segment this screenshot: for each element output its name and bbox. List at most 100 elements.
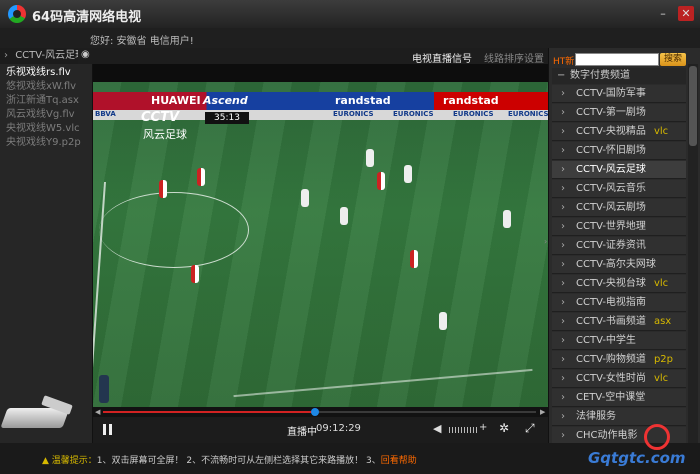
channel-source-tag: vlc	[653, 278, 669, 289]
channel-item[interactable]: › CCTV-第一剧场	[552, 104, 686, 122]
source-item[interactable]: 浙江新通Tq.asx	[6, 94, 92, 108]
channel-name: CCTV-第一剧场	[576, 104, 646, 122]
channel-item[interactable]: › CCTV-央视台球 vlc	[552, 275, 686, 293]
seek-bar[interactable]: ◀ ▶	[93, 407, 548, 417]
chevron-right-icon: ›	[561, 354, 565, 365]
channel-name: CCTV-风云音乐	[576, 180, 646, 198]
channel-search: HT新 搜索	[549, 52, 689, 68]
source-item[interactable]: 悠视戏线xW.flv	[6, 80, 92, 94]
seek-right-icon[interactable]: ▶	[540, 409, 545, 416]
greeting-text: 您好: 安徽省 电信用户!	[90, 36, 194, 47]
watermark-logo-icon	[644, 424, 670, 450]
channel-label: 法律服务	[576, 411, 616, 422]
channel-label: CCTV-高尔夫网球	[576, 259, 656, 270]
channel-label: CCTV-世界地理	[576, 221, 646, 232]
channel-item[interactable]: › CCTV-世界地理	[552, 218, 686, 236]
channel-label: CCTV-中学生	[576, 335, 636, 346]
scrollbar-thumb[interactable]	[689, 66, 697, 146]
player	[503, 210, 511, 228]
chevron-right-icon: ›	[561, 183, 565, 194]
channel-name: CCTV-中学生	[576, 332, 636, 350]
search-button[interactable]: 搜索	[660, 53, 686, 66]
channel-name: CCTV-风云足球	[576, 161, 646, 179]
search-input[interactable]	[575, 53, 659, 66]
channel-label: CETV-空中课堂	[576, 392, 646, 403]
chevron-right-icon: ›	[561, 145, 565, 156]
channel-item[interactable]: › CCTV-央视精品 vlc	[552, 123, 686, 141]
chevron-right-icon: ›	[561, 278, 565, 289]
channel-source-tag: vlc	[653, 373, 669, 384]
channel-name: CCTV-购物频道 p2p	[576, 351, 673, 369]
source-item[interactable]: 风云戏线Vg.flv	[6, 108, 92, 122]
source-item[interactable]: 乐视戏线rs.flv	[6, 66, 92, 80]
channel-item[interactable]: › CCTV-中学生	[552, 332, 686, 350]
volume-up-icon[interactable]: +	[479, 422, 487, 433]
player	[197, 168, 205, 186]
playback-help-link[interactable]: 回看帮助	[381, 456, 417, 466]
source-item[interactable]: 央视戏线Y9.p2p	[6, 136, 92, 150]
source-list-title: CCTV-风云足球	[15, 50, 86, 61]
collapse-panel-icon[interactable]: ›	[544, 237, 547, 246]
channel-item[interactable]: › CCTV-风云音乐	[552, 180, 686, 198]
channel-item[interactable]: › CCTV-怀旧剧场	[552, 142, 686, 160]
collapse-icon[interactable]: −	[557, 68, 565, 84]
seek-left-icon[interactable]: ◀	[95, 409, 100, 416]
minimize-button[interactable]: –	[655, 6, 671, 21]
channel-label: CCTV-央视精品	[576, 126, 646, 137]
player	[340, 207, 348, 225]
player	[377, 172, 385, 190]
close-button[interactable]: ✕	[678, 6, 694, 21]
channel-name: CCTV-女性时尚 vlc	[576, 370, 668, 388]
tab-live-signal[interactable]: 电视直播信号	[412, 50, 472, 65]
tab-route-sort[interactable]: 线路排序设置	[484, 50, 544, 65]
tip-prefix: ▲ 温馨提示：	[42, 456, 97, 466]
chevron-right-icon: ›	[4, 50, 8, 61]
player	[366, 149, 374, 167]
volume-slider[interactable]	[449, 427, 477, 433]
channel-name: CCTV-书画频道 asx	[576, 313, 671, 331]
center-circle	[99, 192, 249, 268]
channel-item[interactable]: › CCTV-高尔夫网球	[552, 256, 686, 274]
channel-item[interactable]: › CCTV-书画频道 asx	[552, 313, 686, 331]
ad-text-small: BBVA	[95, 110, 116, 118]
channel-label: CCTV-怀旧剧场	[576, 145, 646, 156]
channel-name: CCTV-央视精品 vlc	[576, 123, 668, 141]
channel-source-tag: vlc	[653, 126, 669, 137]
channel-item[interactable]: › CCTV-国防军事	[552, 85, 686, 103]
chevron-right-icon: ›	[561, 411, 565, 422]
title-bar[interactable]: 64码高清网络电视 – ✕	[0, 0, 700, 28]
channel-label: CCTV-女性时尚	[576, 373, 646, 384]
tip-line: ▲ 温馨提示：1、双击屏幕可全屏！ 2、不流畅时可从左侧栏选择其它来路播放！ 3…	[42, 453, 417, 466]
channel-name: CCTV-风云剧场	[576, 199, 646, 217]
player-controls: 直播中 09:12:29 ◀ + ✲ ⤢	[93, 417, 548, 443]
channel-label: CCTV-购物频道	[576, 354, 646, 365]
referee	[99, 375, 109, 403]
channel-item[interactable]: › CCTV-购物频道 p2p	[552, 351, 686, 369]
channel-source-tag: asx	[653, 316, 672, 327]
channel-item[interactable]: › CETV-空中课堂	[552, 389, 686, 407]
channel-label: CCTV-电视指南	[576, 297, 646, 308]
chevron-right-icon: ›	[561, 392, 565, 403]
channel-item[interactable]: › CCTV-电视指南	[552, 294, 686, 312]
channel-name: CCTV-怀旧剧场	[576, 142, 646, 160]
channel-name: CCTV-高尔夫网球	[576, 256, 656, 274]
channel-item[interactable]: › CCTV-风云足球	[552, 161, 686, 179]
ad-text: HUAWEI	[151, 94, 201, 107]
channel-item[interactable]: › CCTV-风云剧场	[552, 199, 686, 217]
video-frame[interactable]: HUAWEI Ascend randstad randstad BBVA EUR…	[93, 82, 548, 407]
channel-name: CCTV-世界地理	[576, 218, 646, 236]
channel-item[interactable]: › CCTV-女性时尚 vlc	[552, 370, 686, 388]
channel-item[interactable]: › CCTV-证券资讯	[552, 237, 686, 255]
channel-group-header[interactable]: − 数字付费频道	[552, 68, 686, 84]
seek-handle[interactable]	[311, 408, 320, 416]
eye-icon[interactable]: ◉	[81, 50, 93, 60]
chevron-right-icon: ›	[561, 335, 565, 346]
volume-icon[interactable]: ◀	[433, 422, 441, 435]
player	[301, 189, 309, 207]
source-item[interactable]: 央视戏线W5.vlc	[6, 122, 92, 136]
settings-gear-icon[interactable]: ✲	[499, 421, 509, 435]
broadcaster-channel: 风云足球	[143, 128, 187, 141]
pause-icon[interactable]	[103, 424, 112, 435]
fullscreen-icon[interactable]: ⤢	[525, 421, 535, 436]
channel-item[interactable]: › 法律服务	[552, 408, 686, 426]
